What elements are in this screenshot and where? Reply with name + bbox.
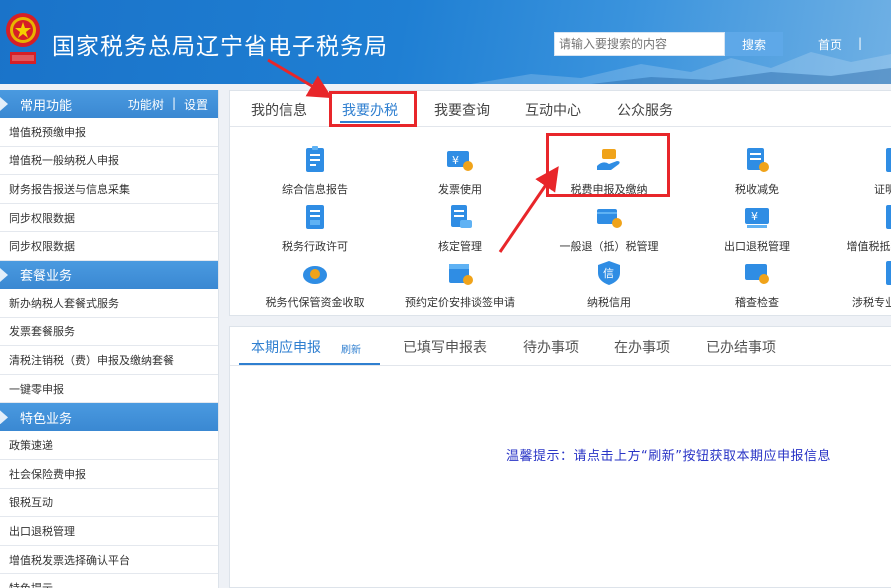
func-professional-service[interactable]: 涉税专业服务机构 bbox=[836, 259, 891, 310]
site-header: 国家税务总局辽宁省电子税务局 搜索 首页 | bbox=[0, 0, 891, 84]
tab-public-service[interactable]: 公众服务 bbox=[617, 100, 673, 120]
section-arrow-icon bbox=[0, 410, 8, 425]
tab-in-progress[interactable]: 在办事项 bbox=[614, 337, 670, 357]
sidebar-item[interactable]: 社会保险费申报 bbox=[0, 460, 218, 489]
svg-text:¥: ¥ bbox=[751, 210, 758, 223]
tab-divider bbox=[230, 365, 891, 366]
func-vat-deduction-voucher[interactable]: 增值税抵扣凭证管理 bbox=[836, 203, 891, 254]
tab-completed[interactable]: 已办结事项 bbox=[706, 337, 776, 357]
audit-icon bbox=[745, 264, 769, 284]
hint-text: 温馨提示：请点击上方“刷新”按钮获取本期应申报信息 bbox=[506, 449, 831, 464]
sidebar-item[interactable]: 清税注销税（费）申报及缴纳套餐 bbox=[0, 346, 218, 375]
section-arrow-icon bbox=[0, 97, 8, 111]
license-icon bbox=[306, 205, 324, 229]
credit-shield-icon: 信 bbox=[598, 261, 620, 285]
func-comprehensive-report[interactable]: 综合信息报告 bbox=[255, 146, 375, 197]
section-arrow-icon bbox=[0, 267, 8, 282]
highlight-tab-box bbox=[329, 91, 417, 127]
func-custody-fund[interactable]: 税务代保管资金收取 bbox=[255, 259, 375, 310]
sidebar-section-title: 套餐业务 bbox=[20, 269, 73, 285]
sidebar-item[interactable]: 出口退税管理 bbox=[0, 517, 218, 546]
sidebar-section-header[interactable]: 常用功能 功能树 | 设置 bbox=[0, 90, 218, 118]
custody-fund-icon bbox=[303, 266, 327, 284]
certificate-icon bbox=[886, 148, 891, 172]
highlight-function-box bbox=[546, 133, 670, 197]
document-report-icon bbox=[306, 146, 324, 172]
sidebar-section-title: 特色业务 bbox=[20, 411, 73, 427]
declaration-panel: 本期应申报 刷新 已填写申报表 待办事项 在办事项 已办结事项 温馨提示：请点击… bbox=[229, 326, 891, 588]
function-tree-link[interactable]: 功能树 bbox=[128, 96, 164, 113]
tab-my-info[interactable]: 我的信息 bbox=[251, 100, 307, 120]
tab-query[interactable]: 我要查询 bbox=[434, 100, 490, 120]
func-certificate[interactable]: 证明开具 bbox=[836, 146, 891, 197]
func-verification-management[interactable]: 核定管理 bbox=[400, 203, 520, 254]
settings-link[interactable]: 设置 bbox=[184, 96, 208, 113]
sidebar-section-title: 常用功能 bbox=[20, 98, 73, 114]
func-tax-reduction[interactable]: 税收减免 bbox=[697, 146, 817, 197]
func-tax-credit[interactable]: 信 纳税信用 bbox=[549, 259, 669, 310]
sidebar-item[interactable]: 同步权限数据 bbox=[0, 204, 218, 233]
sidebar-item[interactable]: 增值税一般纳税人申报 bbox=[0, 147, 218, 176]
sidebar-item[interactable]: 银税互动 bbox=[0, 489, 218, 518]
export-refund-icon: ¥ bbox=[745, 208, 769, 228]
tab-interaction[interactable]: 互动中心 bbox=[525, 100, 581, 120]
sidebar-item[interactable]: 发票套餐服务 bbox=[0, 318, 218, 347]
func-apa-negotiation[interactable]: 预约定价安排谈签申请 bbox=[400, 259, 520, 310]
sidebar-item[interactable]: 一键零申报 bbox=[0, 375, 218, 404]
calendar-icon bbox=[449, 264, 473, 285]
sidebar-item[interactable]: 同步权限数据 bbox=[0, 232, 218, 261]
svg-text:信: 信 bbox=[603, 267, 614, 280]
tab-current-declaration[interactable]: 本期应申报 bbox=[251, 337, 321, 357]
func-general-refund[interactable]: 一般退（抵）税管理 bbox=[549, 203, 669, 254]
tab-filled-forms[interactable]: 已填写申报表 bbox=[403, 337, 487, 357]
func-invoice-use[interactable]: ¥ 发票使用 bbox=[400, 146, 520, 197]
sidebar-item[interactable]: 政策速递 bbox=[0, 431, 218, 460]
deduction-voucher-icon bbox=[886, 205, 891, 229]
svg-text:¥: ¥ bbox=[452, 154, 459, 167]
tax-emblem-icon bbox=[6, 13, 40, 64]
professional-service-icon bbox=[886, 261, 891, 285]
sidebar-item[interactable]: 新办纳税人套餐式服务 bbox=[0, 289, 218, 318]
tax-reduction-icon bbox=[747, 148, 769, 172]
sidebar: 常用功能 功能树 | 设置 增值税预缴申报 增值税一般纳税人申报 财务报告报送与… bbox=[0, 90, 219, 588]
sidebar-section-header[interactable]: 特色业务 bbox=[0, 403, 218, 432]
tools-separator: | bbox=[171, 95, 176, 110]
verification-icon bbox=[451, 205, 472, 228]
refresh-link[interactable]: 刷新 bbox=[341, 341, 361, 356]
func-export-refund[interactable]: ¥ 出口退税管理 bbox=[697, 203, 817, 254]
sidebar-item[interactable]: 增值税预缴申报 bbox=[0, 118, 218, 147]
sidebar-section-header[interactable]: 套餐业务 bbox=[0, 260, 218, 289]
sidebar-item[interactable]: 财务报告报送与信息采集 bbox=[0, 175, 218, 204]
func-administrative-license[interactable]: 税务行政许可 bbox=[255, 203, 375, 254]
sidebar-item[interactable]: 特色提示 bbox=[0, 574, 218, 588]
tab-todo[interactable]: 待办事项 bbox=[523, 337, 579, 357]
invoice-icon: ¥ bbox=[447, 151, 473, 171]
sidebar-item[interactable]: 增值税发票选择确认平台 bbox=[0, 546, 218, 575]
func-audit-inspection[interactable]: 稽查检查 bbox=[697, 259, 817, 310]
refund-icon bbox=[597, 209, 622, 228]
site-title: 国家税务总局辽宁省电子税务局 bbox=[52, 34, 388, 60]
skyline-decoration bbox=[471, 52, 891, 84]
